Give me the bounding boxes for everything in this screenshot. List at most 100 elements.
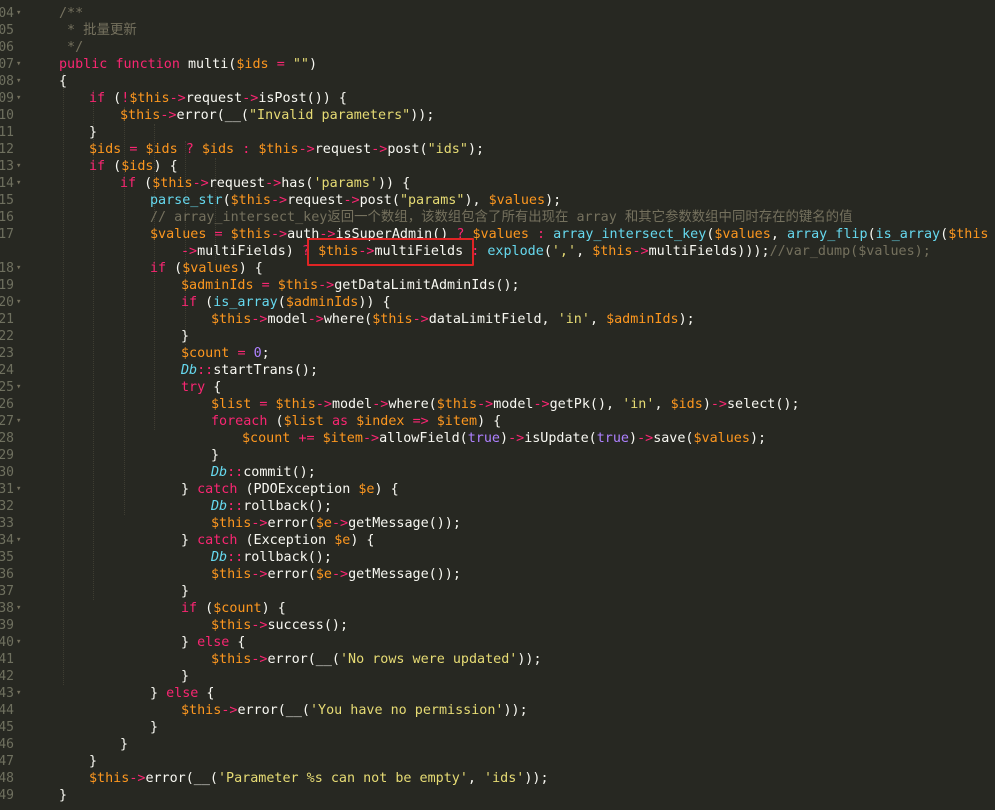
line-number: 35 [0, 550, 14, 565]
line-number: 34 [0, 533, 14, 548]
code-token: "Invalid parameters" [249, 108, 411, 123]
code-token: error(__( [145, 771, 218, 786]
line-number: 22 [0, 329, 14, 344]
code-token: )); [503, 703, 528, 718]
fold-toggle-icon[interactable]: ▾ [16, 158, 25, 175]
code-token: $ids [201, 142, 235, 157]
code-token: = [261, 278, 270, 293]
line-number: 47 [0, 754, 14, 769]
code-token: :: [227, 465, 244, 480]
code-token: $this [258, 142, 299, 157]
code-token: post( [359, 193, 400, 208]
code-token: $this [948, 227, 989, 242]
code-token: )); [524, 771, 549, 786]
code-token: /** [59, 6, 84, 21]
line-number: 17 [0, 227, 14, 242]
code-token: $this [211, 312, 252, 327]
code-token: -> [372, 397, 389, 412]
fold-toggle-icon[interactable]: ▾ [16, 634, 25, 651]
fold-toggle-icon[interactable]: ▾ [16, 481, 25, 498]
code-line: } catch (Exception $e) { [181, 532, 375, 549]
code-token: $this [592, 244, 633, 259]
code-token: "ids" [427, 142, 468, 157]
fold-toggle-icon[interactable]: ▾ [16, 379, 25, 396]
code-token: isUpdate( [524, 431, 597, 446]
code-token: )) { [358, 295, 391, 310]
code-token: ) [629, 431, 638, 446]
code-token: -> [412, 312, 429, 327]
code-token: $this [211, 652, 252, 667]
code-token: request [208, 176, 266, 191]
code-line: $adminIds = $this->getDataLimitAdminIds(… [181, 277, 520, 294]
code-line: } [89, 753, 97, 770]
fold-toggle-icon[interactable]: ▾ [16, 294, 25, 311]
code-token: $e [358, 482, 375, 497]
fold-toggle-icon[interactable]: ▾ [16, 56, 25, 73]
code-token: $values [472, 227, 529, 242]
code-token: , [576, 244, 593, 259]
code-line: $this->error(__("Invalid parameters")); [120, 107, 434, 124]
code-token: function [115, 57, 180, 72]
code-token: getPk(), [549, 397, 623, 412]
fold-toggle-icon[interactable]: ▾ [16, 90, 25, 107]
line-number: 32 [0, 499, 14, 514]
code-line: parse_str($this->request->post("params")… [150, 192, 561, 209]
code-token: -> [343, 193, 360, 208]
line-number: 48 [0, 771, 14, 786]
fold-toggle-icon[interactable]: ▾ [16, 5, 25, 22]
line-number: 43 [0, 686, 14, 701]
fold-toggle-icon[interactable]: ▾ [16, 600, 25, 617]
code-line: } catch (PDOException $e) { [181, 481, 399, 498]
code-token: "params" [399, 193, 465, 208]
code-token: => [412, 414, 429, 429]
code-token: $e [334, 533, 351, 548]
code-token: rollback(); [243, 499, 332, 514]
code-token: auth [287, 227, 320, 242]
code-token: $this [372, 312, 413, 327]
fold-toggle-icon[interactable]: ▾ [16, 413, 25, 430]
line-number: 28 [0, 431, 14, 446]
code-token: //var_dump($values); [769, 244, 931, 259]
code-token: dataLimitField, [428, 312, 558, 327]
code-token: ( [136, 176, 153, 191]
fold-toggle-icon[interactable]: ▾ [16, 73, 25, 90]
code-token: -> [632, 244, 649, 259]
code-token: error( [267, 516, 316, 531]
fold-toggle-icon[interactable]: ▾ [16, 685, 25, 702]
fold-toggle-icon[interactable]: ▾ [16, 260, 25, 277]
code-token: } [181, 669, 190, 684]
code-line: } [181, 668, 189, 685]
line-number: 24 [0, 363, 14, 378]
code-token: ( [105, 159, 122, 174]
code-line: foreach ($list as $index => $item) { [211, 413, 501, 430]
code-token: $this [120, 108, 161, 123]
code-token: 'in' [622, 397, 655, 412]
code-token: $count [213, 601, 262, 616]
code-token: allowField( [379, 431, 468, 446]
fold-toggle-icon[interactable]: ▾ [16, 532, 25, 549]
line-number: 38 [0, 601, 14, 616]
code-token: has( [281, 176, 314, 191]
code-token: $values [150, 227, 207, 242]
code-line: if ($count) { [181, 600, 286, 617]
code-token: -> [129, 771, 146, 786]
code-editor[interactable]: 04 ▾ 05 06 07 ▾ 08 ▾ 09 ▾ 10 11 12 13 ▾ 14 ▾ 15 16 17 18 ▾ 19 2… [0, 0, 995, 810]
line-number: 46 [0, 737, 14, 752]
code-token: ); [467, 142, 485, 157]
code-token: catch [197, 533, 238, 548]
code-token: as [331, 414, 349, 429]
fold-toggle-icon[interactable]: ▾ [16, 175, 25, 192]
code-token: true [467, 431, 500, 446]
code-token: rollback(); [243, 550, 332, 565]
code-token: , [770, 227, 787, 242]
code-line: $count = 0; [181, 345, 270, 362]
code-token: -> [298, 142, 315, 157]
code-line: $ids = $ids ? $ids : $this->request->pos… [89, 141, 484, 158]
code-token: isSuperAdmin() [335, 227, 457, 242]
code-line: } [150, 719, 158, 736]
